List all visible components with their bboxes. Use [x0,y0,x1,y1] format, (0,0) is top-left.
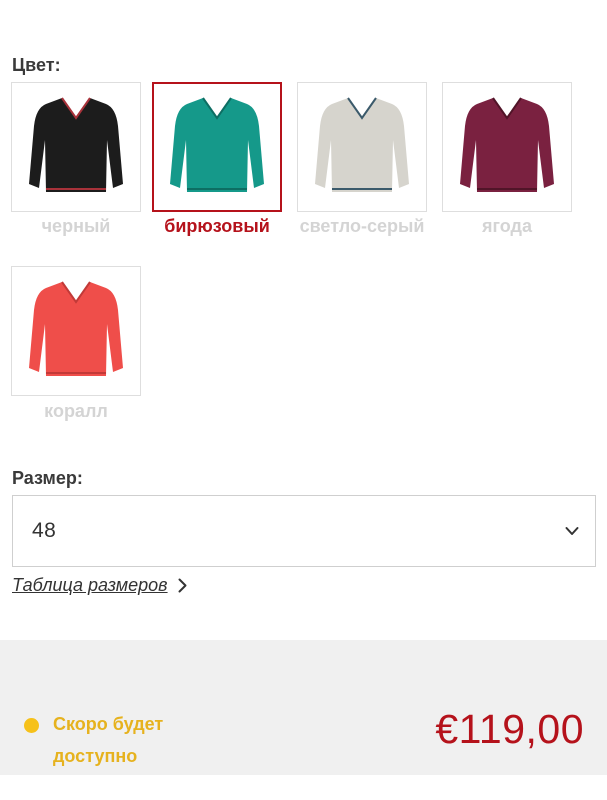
color-swatch-label: черный [41,216,111,236]
color-swatch-label: бирюзовый [164,216,270,236]
sweater-image [29,281,123,376]
color-swatch-black[interactable] [11,82,141,212]
color-swatch-label: светло-серый [299,216,425,236]
sweater-image [29,97,123,192]
chevron-down-icon [565,527,579,535]
size-table-link[interactable]: Таблица размеров [12,575,187,596]
status-dot-icon [24,718,39,733]
size-table-link-label: Таблица размеров [12,575,168,595]
color-swatch-label: ягода [482,216,532,236]
color-swatch-coral[interactable] [11,266,141,396]
chevron-right-icon [178,578,187,593]
color-swatch-label: коралл [44,401,108,421]
sweater-image [460,97,554,192]
size-selected-value: 48 [32,519,57,542]
sweater-image [170,97,264,192]
color-label: Цвет: [12,55,61,75]
size-dropdown[interactable]: 48 [12,495,596,567]
availability-text: Скоро будет доступно [53,714,164,766]
sweater-image [315,97,409,192]
color-swatch-light-gray[interactable] [297,82,427,212]
color-swatch-berry[interactable] [442,82,572,212]
size-label: Размер: [12,468,83,488]
color-swatch-turquoise[interactable] [152,82,282,212]
price: €119,00 [435,706,584,752]
availability-status: Скоро будет доступно [24,714,193,772]
